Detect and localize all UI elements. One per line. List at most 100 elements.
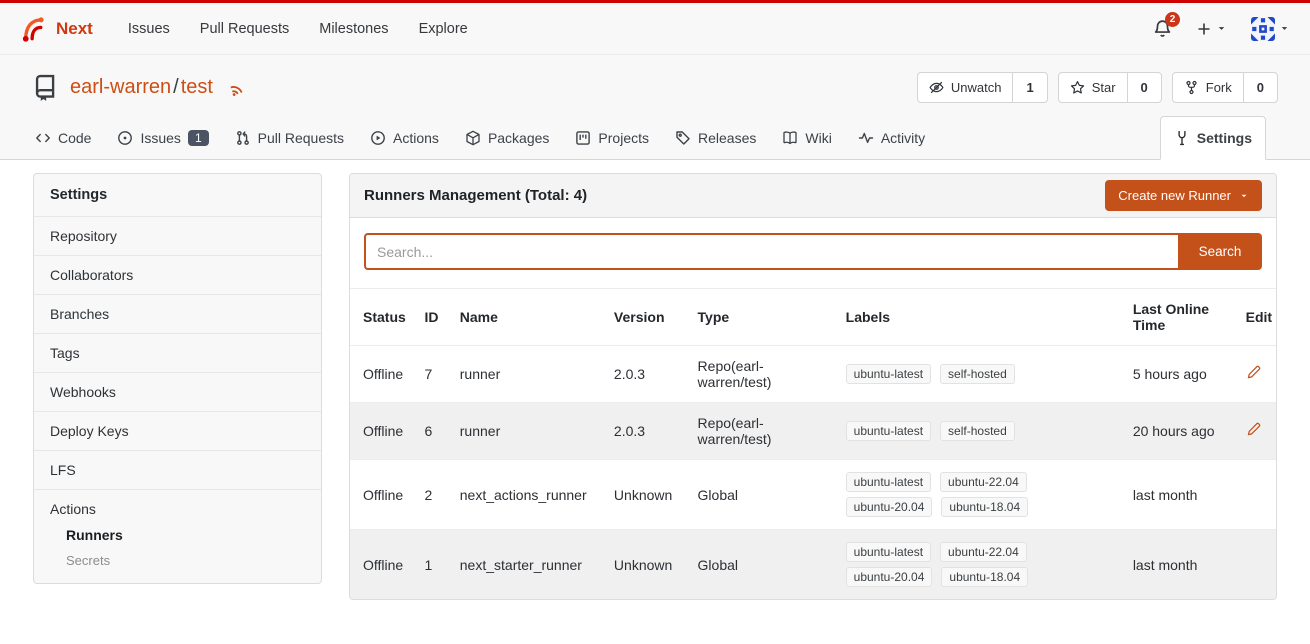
forgejo-logo-icon [20,15,47,42]
settings-sidebar: Settings Repository Collaborators Branch… [33,173,322,584]
sidebar-item-deploy-keys[interactable]: Deploy Keys [34,411,321,450]
edit-runner-button[interactable] [1246,422,1261,437]
runner-version: 2.0.3 [606,346,690,403]
rss-feed-icon[interactable] [228,79,246,97]
runner-search-bar: Search [350,218,1276,288]
tab-pull-requests[interactable]: Pull Requests [222,116,357,159]
runner-version: Unknown [606,530,690,600]
plus-icon [1196,21,1212,37]
pulse-icon [858,130,874,146]
runner-label: ubuntu-20.04 [846,497,933,517]
stars-count[interactable]: 0 [1127,73,1161,102]
col-id: ID [417,289,452,346]
table-row: Offline 1 next_starter_runner Unknown Gl… [350,530,1276,600]
runner-status: Offline [350,403,417,460]
runner-status: Offline [350,460,417,530]
sidebar-item-collaborators[interactable]: Collaborators [34,255,321,294]
project-board-icon [575,130,591,146]
chevron-down-icon [1216,23,1227,34]
sidebar-title: Settings [34,174,321,216]
tab-packages-label: Packages [488,130,549,146]
notification-count-badge: 2 [1165,12,1180,27]
tab-code[interactable]: Code [22,116,104,159]
forks-count[interactable]: 0 [1243,73,1277,102]
table-row: Offline 7 runner 2.0.3 Repo(earl-warren/… [350,346,1276,403]
col-name: Name [452,289,606,346]
tab-issues[interactable]: Issues 1 [104,116,221,159]
table-row: Offline 6 runner 2.0.3 Repo(earl-warren/… [350,403,1276,460]
create-new-dropdown[interactable] [1196,21,1227,37]
col-edit: Edit [1238,289,1276,346]
sidebar-item-runners[interactable]: Runners [66,527,305,543]
fork-label: Fork [1206,80,1232,95]
chevron-down-icon [1239,191,1249,201]
tab-activity-label: Activity [881,130,925,146]
sidebar-item-branches[interactable]: Branches [34,294,321,333]
search-button[interactable]: Search [1178,233,1262,270]
fork-icon [1184,80,1199,95]
tab-code-label: Code [58,130,91,146]
sidebar-item-webhooks[interactable]: Webhooks [34,372,321,411]
tab-settings-label: Settings [1197,130,1252,146]
user-menu-dropdown[interactable] [1251,17,1290,41]
fork-button[interactable]: Fork [1173,73,1243,102]
unwatch-button[interactable]: Unwatch [918,73,1013,102]
sidebar-item-lfs[interactable]: LFS [34,450,321,489]
table-row: Offline 2 next_actions_runner Unknown Gl… [350,460,1276,530]
tab-actions[interactable]: Actions [357,116,452,159]
runner-label: self-hosted [940,364,1015,384]
nav-link-issues[interactable]: Issues [113,21,185,37]
tab-actions-label: Actions [393,130,439,146]
watchers-count[interactable]: 1 [1012,73,1046,102]
issues-count-badge: 1 [188,130,209,146]
repo-owner-link[interactable]: earl-warren [70,76,171,98]
tab-packages[interactable]: Packages [452,116,562,159]
runner-id: 1 [417,530,452,600]
notifications-button[interactable]: 2 [1153,19,1172,38]
runner-status: Offline [350,346,417,403]
nav-link-milestones[interactable]: Milestones [304,21,403,37]
home-logo-link[interactable]: Next [20,15,93,42]
runner-last-online: last month [1125,460,1238,530]
pencil-icon [1246,365,1261,380]
runner-label: ubuntu-18.04 [941,567,1028,587]
tab-activity[interactable]: Activity [845,116,938,159]
runner-name: next_actions_runner [452,460,606,530]
sidebar-item-repository[interactable]: Repository [34,216,321,255]
play-circle-icon [370,130,386,146]
edit-runner-button[interactable] [1246,365,1261,380]
runners-panel: Runners Management (Total: 4) Create new… [349,173,1277,600]
tools-icon [1174,130,1190,146]
package-icon [465,130,481,146]
star-button-group: Star 0 [1058,72,1162,103]
tab-projects-label: Projects [598,130,649,146]
runner-status: Offline [350,530,417,600]
tab-wiki[interactable]: Wiki [769,116,844,159]
repo-name-link[interactable]: test [181,76,213,98]
runners-panel-header: Runners Management (Total: 4) Create new… [350,174,1276,218]
tab-settings[interactable]: Settings [1160,116,1266,160]
tab-projects[interactable]: Projects [562,116,662,159]
search-input[interactable] [364,233,1178,270]
book-open-icon [782,130,798,146]
repo-icon [32,74,59,101]
sidebar-item-actions[interactable]: Actions [50,501,305,517]
sidebar-item-tags[interactable]: Tags [34,333,321,372]
star-label: Star [1092,80,1116,95]
nav-link-pull-requests[interactable]: Pull Requests [185,21,304,37]
runner-label: ubuntu-latest [846,542,931,562]
star-button[interactable]: Star [1059,73,1127,102]
runner-label: ubuntu-20.04 [846,567,933,587]
repo-tabbar: Code Issues 1 Pull Requests Actions [0,116,1310,160]
runner-label: ubuntu-18.04 [941,497,1028,517]
create-new-runner-button[interactable]: Create new Runner [1105,180,1262,211]
avatar [1251,17,1275,41]
sidebar-item-secrets[interactable]: Secrets [66,553,305,568]
runner-last-online: last month [1125,530,1238,600]
runner-id: 6 [417,403,452,460]
col-type: Type [690,289,838,346]
brand-name: Next [56,19,93,39]
tab-releases[interactable]: Releases [662,116,769,159]
create-new-runner-label: Create new Runner [1118,188,1231,203]
nav-link-explore[interactable]: Explore [404,21,483,37]
